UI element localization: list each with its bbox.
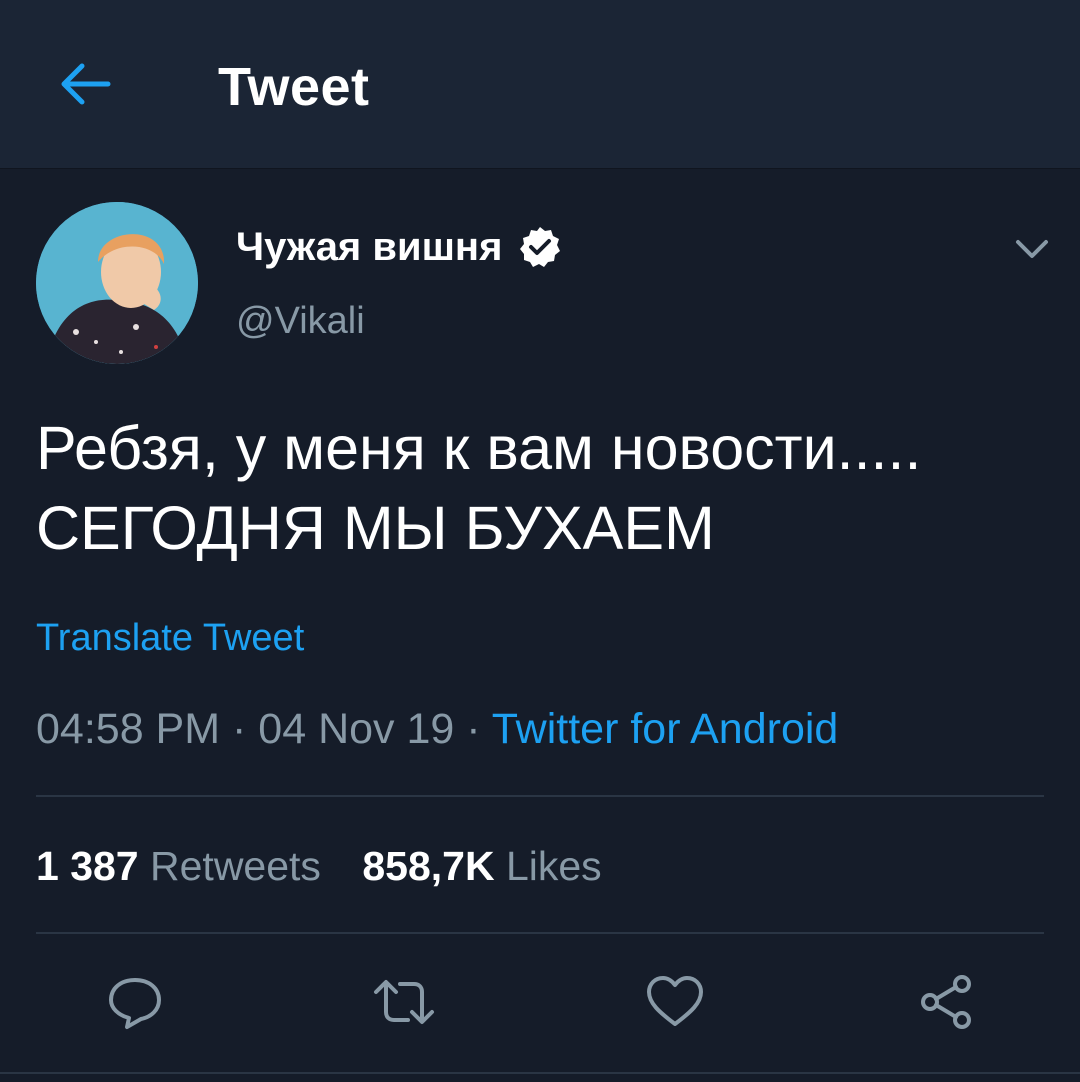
likes-label: Likes	[505, 843, 602, 889]
retweet-icon	[374, 980, 434, 1024]
tweet-time: 04:58 PM	[36, 705, 221, 753]
tweet-menu-button[interactable]	[1008, 228, 1056, 268]
like-icon	[647, 976, 703, 1026]
tweet-stats: 1 387 Retweets 858,7K Likes	[36, 840, 632, 892]
share-button[interactable]	[914, 970, 978, 1034]
reply-button[interactable]	[103, 970, 167, 1034]
retweets-stat[interactable]: 1 387 Retweets	[36, 843, 321, 889]
divider	[36, 932, 1044, 934]
tweet-text-line: Ребзя, у меня к вам новости.....	[36, 414, 922, 482]
top-bar: Tweet	[0, 0, 1080, 169]
author-display-name[interactable]: Чужая вишня	[236, 222, 502, 272]
bottom-divider	[0, 1072, 1080, 1074]
verified-badge-icon	[518, 225, 562, 269]
meta-separator: ·	[232, 705, 247, 753]
page-title: Tweet	[218, 57, 370, 117]
arrow-left-icon	[61, 63, 111, 105]
tweet-client-link[interactable]: Twitter for Android	[492, 705, 839, 753]
author-handle[interactable]: @Vikali	[236, 296, 365, 346]
tweet-date: 04 Nov 19	[258, 705, 455, 753]
avatar[interactable]	[36, 202, 198, 364]
tweet-text-line: СЕГОДНЯ МЫ БУХАЕМ	[36, 494, 715, 562]
chevron-down-icon	[1016, 240, 1048, 258]
tweet-meta: 04:58 PM · 04 Nov 19 · Twitter for Andro…	[36, 702, 838, 756]
author-name-row: Чужая вишня	[236, 222, 562, 272]
back-button[interactable]	[52, 52, 116, 116]
tweet-text: Ребзя, у меня к вам новости..... СЕГОДНЯ…	[36, 408, 1046, 568]
meta-separator: ·	[466, 705, 481, 753]
translate-tweet-link[interactable]: Translate Tweet	[36, 614, 304, 662]
reply-icon	[109, 978, 161, 1029]
share-icon	[921, 975, 971, 1029]
retweets-count: 1 387	[36, 843, 139, 889]
retweets-label: Retweets	[150, 843, 321, 889]
retweet-button[interactable]	[372, 970, 436, 1034]
likes-stat[interactable]: 858,7K Likes	[362, 843, 601, 889]
likes-count: 858,7K	[362, 843, 495, 889]
like-button[interactable]	[643, 970, 707, 1034]
divider	[36, 795, 1044, 797]
avatar-image	[36, 202, 198, 364]
